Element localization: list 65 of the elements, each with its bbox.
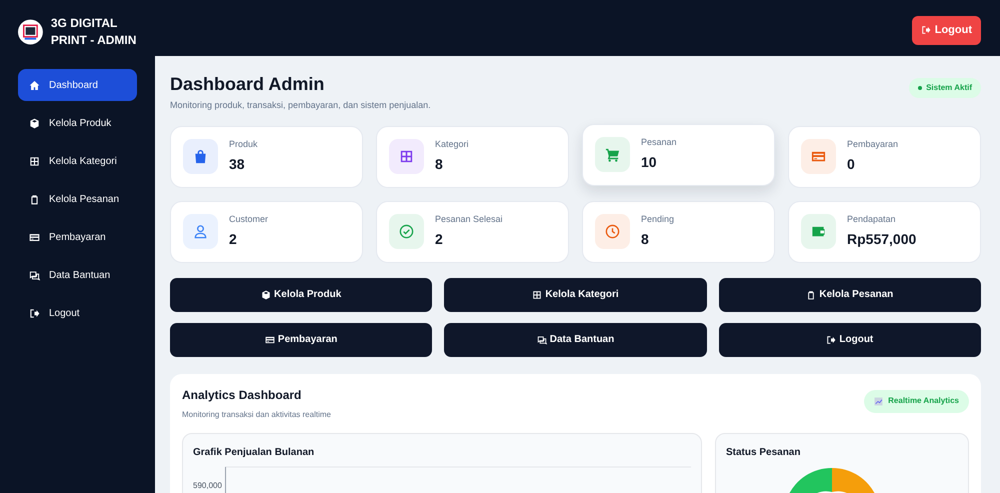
- box-icon: [261, 290, 272, 300]
- sidebar-item[interactable]: Data Bantuan: [18, 259, 137, 291]
- quick-action-button[interactable]: Kelola Produk: [170, 278, 432, 312]
- logout-icon: [826, 334, 836, 344]
- cart-icon: [605, 147, 620, 162]
- chat-icon: [536, 334, 547, 344]
- user-icon: [193, 224, 208, 239]
- clipboard-icon: [806, 290, 816, 300]
- logout-icon: [29, 308, 40, 318]
- box-icon: [29, 118, 40, 128]
- home-icon: [29, 80, 40, 90]
- sidebar-item[interactable]: Kelola Produk: [18, 107, 137, 139]
- card-icon: [29, 232, 40, 242]
- quick-action-button[interactable]: Kelola Pesanan: [718, 278, 981, 312]
- status-badge: Sistem Aktif: [909, 78, 981, 98]
- grid-icon: [532, 290, 542, 300]
- stat-label: Pesanan: [641, 136, 677, 150]
- stat-value: 2: [435, 230, 444, 249]
- page-title: Dashboard Admin: [170, 73, 326, 96]
- chart-title: Status Pesanan: [726, 446, 802, 460]
- logout-icon: [920, 25, 931, 35]
- page-subtitle: Monitoring produk, transaksi, pembayaran, dan sistem penjualan.: [170, 99, 431, 112]
- analytics-subtitle: Monitoring transaksi dan aktivitas realtime: [182, 408, 331, 420]
- axis-tick-label: 590,000: [193, 480, 222, 492]
- sidebar-item[interactable]: Dashboard: [18, 69, 137, 101]
- sidebar-item[interactable]: Kelola Pesanan: [18, 183, 137, 215]
- stat-label: Pendapatan: [847, 213, 897, 226]
- quick-action-button[interactable]: Pembayaran: [170, 322, 432, 356]
- wallet-icon: [811, 224, 826, 239]
- bag-icon: [193, 149, 208, 164]
- stat-value: 38: [229, 154, 246, 174]
- stat-label: Customer: [229, 213, 268, 226]
- stat-value: 8: [641, 230, 650, 249]
- stat-label: Pesanan Selesai: [435, 213, 503, 226]
- sidebar-item[interactable]: Logout: [18, 297, 137, 329]
- stat-value: 2: [229, 230, 238, 249]
- logo-icon: [18, 19, 43, 45]
- stat-label: Pembayaran: [847, 138, 898, 152]
- analytics-badge: Realtime Analytics: [864, 390, 969, 412]
- stat-value: 10: [641, 152, 658, 172]
- clock-icon: [605, 224, 620, 239]
- logout-button[interactable]: Logout: [912, 16, 981, 44]
- sidebar-item[interactable]: Kelola Kategori: [18, 145, 137, 177]
- analytics-title: Analytics Dashboard: [182, 386, 302, 404]
- grid-icon: [399, 149, 414, 164]
- stat-label: Pending: [641, 213, 674, 226]
- stat-value: Rp557,000: [847, 230, 916, 249]
- clipboard-icon: [29, 194, 40, 204]
- brand-title: 3G DIGITAL PRINT - ADMIN: [50, 15, 137, 49]
- stat-label: Kategori: [435, 138, 469, 152]
- sidebar-item[interactable]: Pembayaran: [18, 221, 137, 253]
- check-circle-icon: [399, 224, 414, 239]
- card-icon: [264, 334, 275, 344]
- grid-icon: [29, 156, 40, 166]
- quick-action-button[interactable]: Data Bantuan: [444, 322, 707, 356]
- quick-action-button[interactable]: Kelola Kategori: [444, 278, 707, 312]
- status-dot-icon: [918, 86, 922, 90]
- card-icon: [811, 149, 826, 164]
- chat-icon: [29, 270, 40, 280]
- stat-label: Produk: [229, 138, 258, 152]
- chart-title: Grafik Penjualan Bulanan: [193, 446, 316, 460]
- quick-action-button[interactable]: Logout: [718, 322, 981, 356]
- chart-icon: [874, 396, 884, 406]
- stat-value: 0: [847, 154, 856, 174]
- stat-value: 8: [435, 154, 444, 174]
